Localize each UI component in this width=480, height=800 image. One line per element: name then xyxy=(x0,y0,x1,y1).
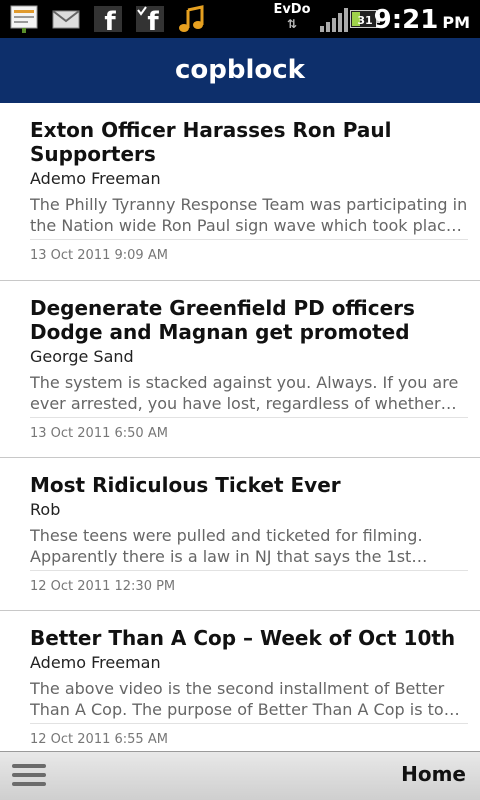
article-excerpt: The Philly Tyranny Response Team was par… xyxy=(30,194,468,240)
article-author: Ademo Freeman xyxy=(30,653,161,672)
home-button[interactable]: Home xyxy=(401,762,466,786)
svg-text:f: f xyxy=(147,7,159,34)
bottom-toolbar: Home xyxy=(0,751,480,800)
article-date: 13 Oct 2011 6:50 AM xyxy=(30,426,168,441)
article-title: Most Ridiculous Ticket Ever xyxy=(30,473,341,497)
network-indicator: EvDo ⇅ xyxy=(272,2,312,30)
article-list[interactable]: Exton Officer Harasses Ron Paul Supporte… xyxy=(0,103,480,751)
clock-ampm: PM xyxy=(442,13,470,32)
article-date: 13 Oct 2011 9:09 AM xyxy=(30,248,168,263)
article-title: Degenerate Greenfield PD officers Dodge … xyxy=(30,296,415,344)
article-date: 12 Oct 2011 6:55 AM xyxy=(30,732,168,747)
list-item[interactable]: Most Ridiculous Ticket Ever Rob These te… xyxy=(0,458,480,611)
clock-time: 9:21 xyxy=(373,5,439,35)
battery-level: 31 xyxy=(357,14,372,27)
notification-doc-icon xyxy=(10,5,38,33)
svg-text:f: f xyxy=(104,7,116,34)
gmail-icon xyxy=(52,10,80,29)
article-title: Better Than A Cop – Week of Oct 10th xyxy=(30,626,456,650)
facebook-icon: f xyxy=(94,6,122,34)
list-item[interactable]: Better Than A Cop – Week of Oct 10th Ade… xyxy=(0,611,480,751)
app-title: copblock xyxy=(175,55,305,85)
article-author: Rob xyxy=(30,500,61,519)
list-item[interactable]: Degenerate Greenfield PD officers Dodge … xyxy=(0,281,480,458)
data-activity-icon: ⇅ xyxy=(286,17,298,31)
article-date: 12 Oct 2011 12:30 PM xyxy=(30,579,176,594)
article-excerpt: The above video is the second installmen… xyxy=(30,678,468,724)
clock: 9:21 PM xyxy=(374,5,470,35)
article-title: Exton Officer Harasses Ron Paul Supporte… xyxy=(30,118,392,166)
music-icon xyxy=(179,5,204,32)
article-author: Ademo Freeman xyxy=(30,169,161,188)
network-type: EvDo xyxy=(273,2,311,17)
article-author: George Sand xyxy=(30,347,134,366)
app-header: copblock xyxy=(0,38,480,103)
facebook-check-icon: f xyxy=(136,6,164,34)
status-bar: f f EvDo ⇅ 31 9:21 PM xyxy=(0,0,480,38)
list-item[interactable]: Exton Officer Harasses Ron Paul Supporte… xyxy=(0,103,480,281)
signal-strength-icon xyxy=(320,8,348,32)
article-excerpt: These teens were pulled and ticketed for… xyxy=(30,525,468,571)
notification-icons: f f xyxy=(8,3,208,35)
article-excerpt: The system is stacked against you. Alway… xyxy=(30,372,468,418)
menu-icon[interactable] xyxy=(12,764,46,790)
